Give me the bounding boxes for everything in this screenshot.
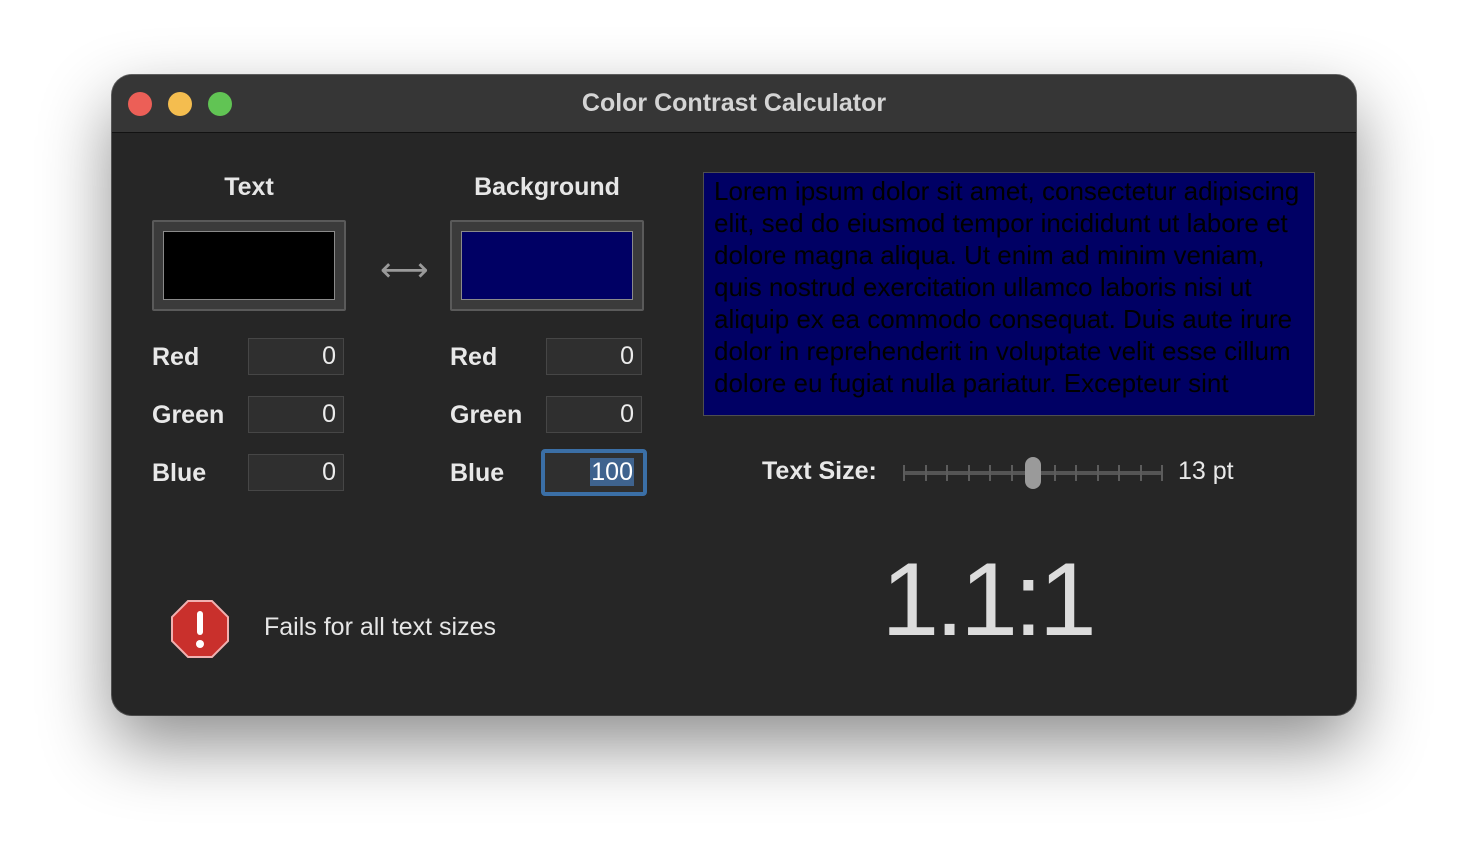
app-window: Color Contrast Calculator Text ⟷ Backgro… xyxy=(112,75,1356,715)
text-red-field[interactable]: 0 xyxy=(248,338,344,375)
slider-tick xyxy=(1139,465,1142,481)
slider-tick xyxy=(1118,465,1120,481)
background-green-label: Green xyxy=(450,401,523,429)
selected-value: 100 xyxy=(590,458,634,486)
slider-tick xyxy=(1010,465,1013,481)
slider-tick xyxy=(1161,465,1163,481)
slider-thumb[interactable] xyxy=(1025,457,1041,489)
slider-tick xyxy=(1075,465,1077,481)
slider-tick xyxy=(903,465,905,481)
background-red-field[interactable]: 0 xyxy=(546,338,642,375)
background-blue-field[interactable]: 100 xyxy=(541,449,647,496)
text-size-label: Text Size: xyxy=(762,457,877,485)
text-size-slider[interactable] xyxy=(902,457,1164,489)
slider-tick xyxy=(1053,465,1056,481)
text-blue-label: Blue xyxy=(152,459,207,487)
background-color-well[interactable] xyxy=(450,220,644,311)
text-green-label: Green xyxy=(152,401,225,429)
error-stop-icon xyxy=(171,600,229,658)
background-color-swatch xyxy=(461,231,633,300)
swap-arrows-icon[interactable]: ⟷ xyxy=(380,253,429,287)
text-color-swatch xyxy=(163,231,335,300)
text-green-field[interactable]: 0 xyxy=(248,396,344,433)
background-red-label: Red xyxy=(450,343,498,371)
title-bar: Color Contrast Calculator xyxy=(112,75,1356,133)
slider-tick xyxy=(967,465,970,481)
background-green-field[interactable]: 0 xyxy=(546,396,642,433)
text-color-heading: Text xyxy=(224,173,274,201)
text-blue-field[interactable]: 0 xyxy=(248,454,344,491)
slider-tick xyxy=(946,465,948,481)
slider-tick xyxy=(1096,465,1099,481)
background-blue-label: Blue xyxy=(450,459,505,487)
text-preview[interactable]: Lorem ipsum dolor sit amet, consectetur … xyxy=(703,172,1315,416)
slider-tick xyxy=(989,465,991,481)
text-color-well[interactable] xyxy=(152,220,346,311)
slider-tick xyxy=(924,465,927,481)
background-color-heading: Background xyxy=(474,173,620,201)
text-red-label: Red xyxy=(152,343,200,371)
contrast-ratio: 1.1:1 xyxy=(881,542,1096,658)
text-size-value: 13 pt xyxy=(1178,457,1234,485)
window-title: Color Contrast Calculator xyxy=(581,89,887,117)
status-message: Fails for all text sizes xyxy=(264,613,497,641)
